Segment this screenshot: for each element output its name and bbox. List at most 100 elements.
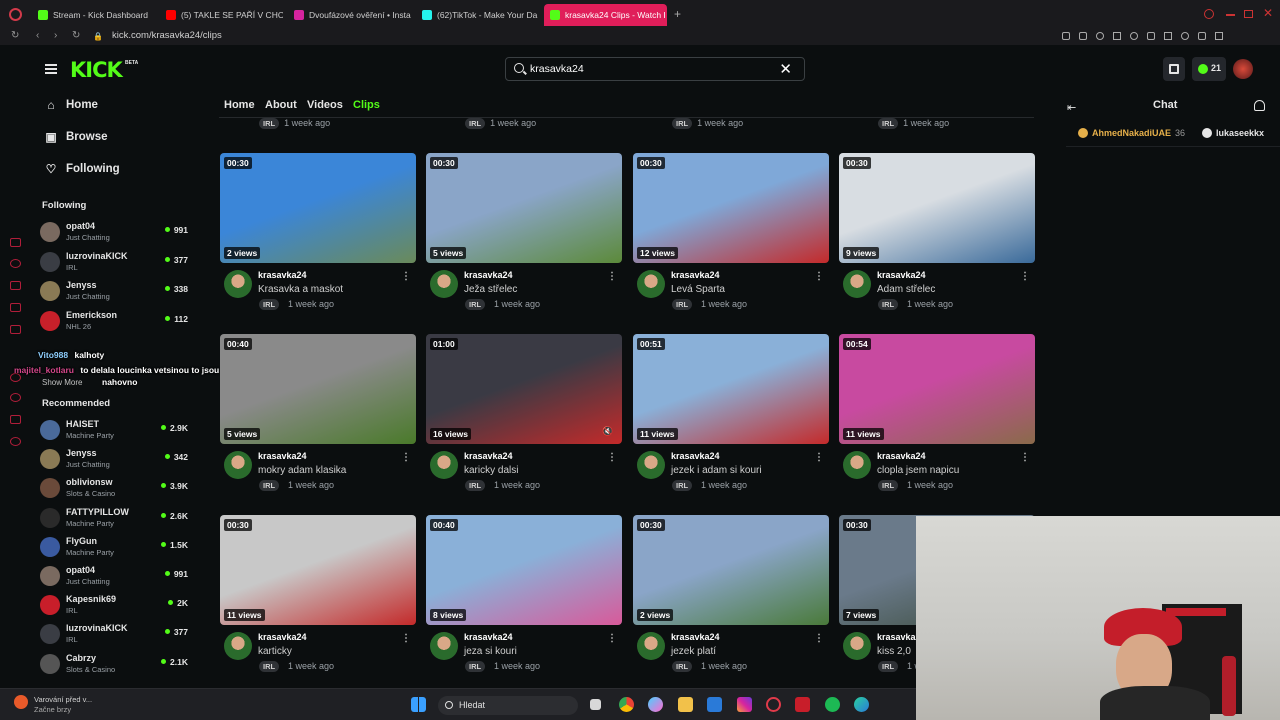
- tab-home[interactable]: Home: [224, 99, 255, 111]
- clip-title[interactable]: jezek platí: [671, 646, 716, 657]
- avatar[interactable]: [430, 632, 458, 660]
- avatar[interactable]: [430, 270, 458, 298]
- user-avatar[interactable]: [1233, 59, 1253, 79]
- clip-title[interactable]: kiss 2,0: [877, 646, 911, 657]
- clip-title[interactable]: karicky dalsi: [464, 465, 518, 476]
- collapse-chat-icon[interactable]: ⇤: [1067, 101, 1076, 114]
- more-options-icon[interactable]: ⋮: [1020, 271, 1030, 282]
- clip-thumbnail[interactable]: 00:30 2 views: [220, 153, 416, 263]
- clip-channel[interactable]: krasavka24: [258, 270, 307, 280]
- category-tag[interactable]: IRL: [672, 480, 693, 491]
- dashboard-button[interactable]: [1163, 57, 1185, 81]
- clip-card[interactable]: 00:40 5 views krasavka24 mokry adam klasika…: [220, 334, 416, 499]
- more-options-icon[interactable]: ⋮: [607, 633, 617, 644]
- clip-card[interactable]: 00:40 8 views krasavka24 jeza si kouri IRL 1 …: [426, 515, 622, 680]
- dock-icon[interactable]: [10, 238, 21, 247]
- clip-title[interactable]: mokry adam klasika: [258, 465, 346, 476]
- category-tag[interactable]: IRL: [259, 661, 280, 672]
- nav-following[interactable]: ♡ Following: [44, 162, 120, 176]
- extension-icons[interactable]: [1062, 32, 1272, 42]
- more-options-icon[interactable]: ⋮: [401, 452, 411, 463]
- avatar[interactable]: [224, 270, 252, 298]
- category-tag[interactable]: IRL: [465, 299, 486, 310]
- tab-clips[interactable]: Clips: [353, 99, 380, 111]
- instagram-icon[interactable]: [737, 697, 752, 712]
- clip-card[interactable]: 00:30 12 views krasavka24 Levá Sparta IRL 1 w…: [633, 153, 829, 318]
- back-icon[interactable]: ‹: [36, 30, 39, 41]
- avatar[interactable]: [224, 451, 252, 479]
- clip-card[interactable]: 00:54 11 views krasavka24 clopla jsem napic…: [839, 334, 1035, 499]
- sidebar-channel[interactable]: Emerickson NHL 26 112: [40, 308, 192, 336]
- browser-tab[interactable]: (5) TAKLE SE PAŘÍ V CHOR: [160, 4, 283, 26]
- dock-icon[interactable]: [10, 303, 21, 312]
- copilot-icon[interactable]: [648, 697, 663, 712]
- clip-card[interactable]: 00:30 2 views krasavka24 Krasavka a maskot I…: [220, 153, 416, 318]
- avatar[interactable]: [637, 632, 665, 660]
- obs-icon[interactable]: [795, 697, 810, 712]
- sidebar-channel[interactable]: FlyGun Machine Party 1.5K: [40, 534, 192, 562]
- sidebar-channel[interactable]: luzrovinaKICK IRL 377: [40, 249, 192, 277]
- chrome-icon[interactable]: [619, 697, 634, 712]
- more-options-icon[interactable]: ⋮: [1020, 452, 1030, 463]
- clip-title[interactable]: jeza si kouri: [464, 646, 517, 657]
- sidebar-channel[interactable]: luzrovinaKICK IRL 377: [40, 621, 192, 649]
- clip-card[interactable]: 00:30 2 views krasavka24 jezek platí IRL 1 we…: [633, 515, 829, 680]
- clip-thumbnail[interactable]: 00:51 11 views: [633, 334, 829, 444]
- chat-pinned-user[interactable]: lukaseekkx: [1202, 128, 1264, 138]
- category-tag[interactable]: IRL: [465, 661, 486, 672]
- clip-card[interactable]: 00:30 5 views krasavka24 Ježa střelec IRL 1 w…: [426, 153, 622, 318]
- search-icon[interactable]: [1204, 9, 1214, 19]
- opera-icon[interactable]: [766, 697, 781, 712]
- browser-tab[interactable]: krasavka24 Clips - Watch I: [544, 4, 667, 26]
- chat-users-icon[interactable]: [1254, 100, 1265, 111]
- tab-videos[interactable]: Videos: [307, 99, 343, 111]
- edge-icon[interactable]: [854, 697, 869, 712]
- refresh-icon[interactable]: ↻: [72, 30, 80, 41]
- clip-channel[interactable]: krasavka24: [671, 451, 720, 461]
- nav-browse[interactable]: ▣ Browse: [44, 130, 107, 144]
- close-icon[interactable]: ✕: [1263, 6, 1273, 20]
- category-tag[interactable]: IRL: [878, 480, 899, 491]
- clear-search-icon[interactable]: ✕: [779, 60, 792, 78]
- clip-channel[interactable]: krasavka24: [671, 632, 720, 642]
- forward-icon[interactable]: ›: [54, 30, 57, 41]
- notifications-button[interactable]: 21: [1192, 57, 1226, 81]
- clip-title[interactable]: karticky: [258, 646, 292, 657]
- clip-channel[interactable]: krasavka24: [258, 451, 307, 461]
- minimize-icon[interactable]: [1226, 14, 1235, 16]
- clip-thumbnail[interactable]: 00:30 5 views: [426, 153, 622, 263]
- more-options-icon[interactable]: ⋮: [401, 633, 411, 644]
- avatar[interactable]: [637, 270, 665, 298]
- spotify-icon[interactable]: [825, 697, 840, 712]
- search-input[interactable]: krasavka24 ✕: [505, 57, 805, 81]
- sidebar-channel[interactable]: Kapesnik69 IRL 2K: [40, 592, 192, 620]
- clip-title[interactable]: Ježa střelec: [464, 284, 517, 295]
- category-tag[interactable]: IRL: [878, 299, 899, 310]
- avatar[interactable]: [224, 632, 252, 660]
- sidebar-channel[interactable]: HAISET Machine Party 2.9K: [40, 417, 192, 445]
- reload-icon[interactable]: ↻: [11, 30, 19, 41]
- category-tag[interactable]: IRL: [672, 661, 693, 672]
- browser-tab[interactable]: Dvoufázové ověření • Insta: [288, 4, 411, 26]
- clip-thumbnail[interactable]: 00:30 2 views: [633, 515, 829, 625]
- clip-channel[interactable]: krasavka24: [258, 632, 307, 642]
- clip-thumbnail[interactable]: 00:40 5 views: [220, 334, 416, 444]
- clip-channel[interactable]: krasavka24: [464, 270, 513, 280]
- more-options-icon[interactable]: ⋮: [814, 452, 824, 463]
- clip-thumbnail[interactable]: 00:54 11 views: [839, 334, 1035, 444]
- dock-icon[interactable]: [10, 437, 21, 446]
- clip-title[interactable]: Levá Sparta: [671, 284, 725, 295]
- chat-pinned-user[interactable]: AhmedNakadiUAE 36: [1078, 128, 1185, 138]
- clip-channel[interactable]: krasavka24: [464, 451, 513, 461]
- category-tag[interactable]: IRL: [259, 299, 280, 310]
- clip-title[interactable]: Krasavka a maskot: [258, 284, 343, 295]
- clip-channel[interactable]: krasavka24: [877, 270, 926, 280]
- new-tab-icon[interactable]: +: [674, 7, 681, 21]
- category-tag[interactable]: IRL: [259, 480, 280, 491]
- warning-icon[interactable]: [14, 695, 28, 709]
- avatar[interactable]: [843, 270, 871, 298]
- maximize-icon[interactable]: [1244, 10, 1253, 18]
- dock-icon[interactable]: [10, 259, 21, 268]
- kick-logo[interactable]: KICK: [70, 58, 123, 82]
- category-tag[interactable]: IRL: [465, 480, 486, 491]
